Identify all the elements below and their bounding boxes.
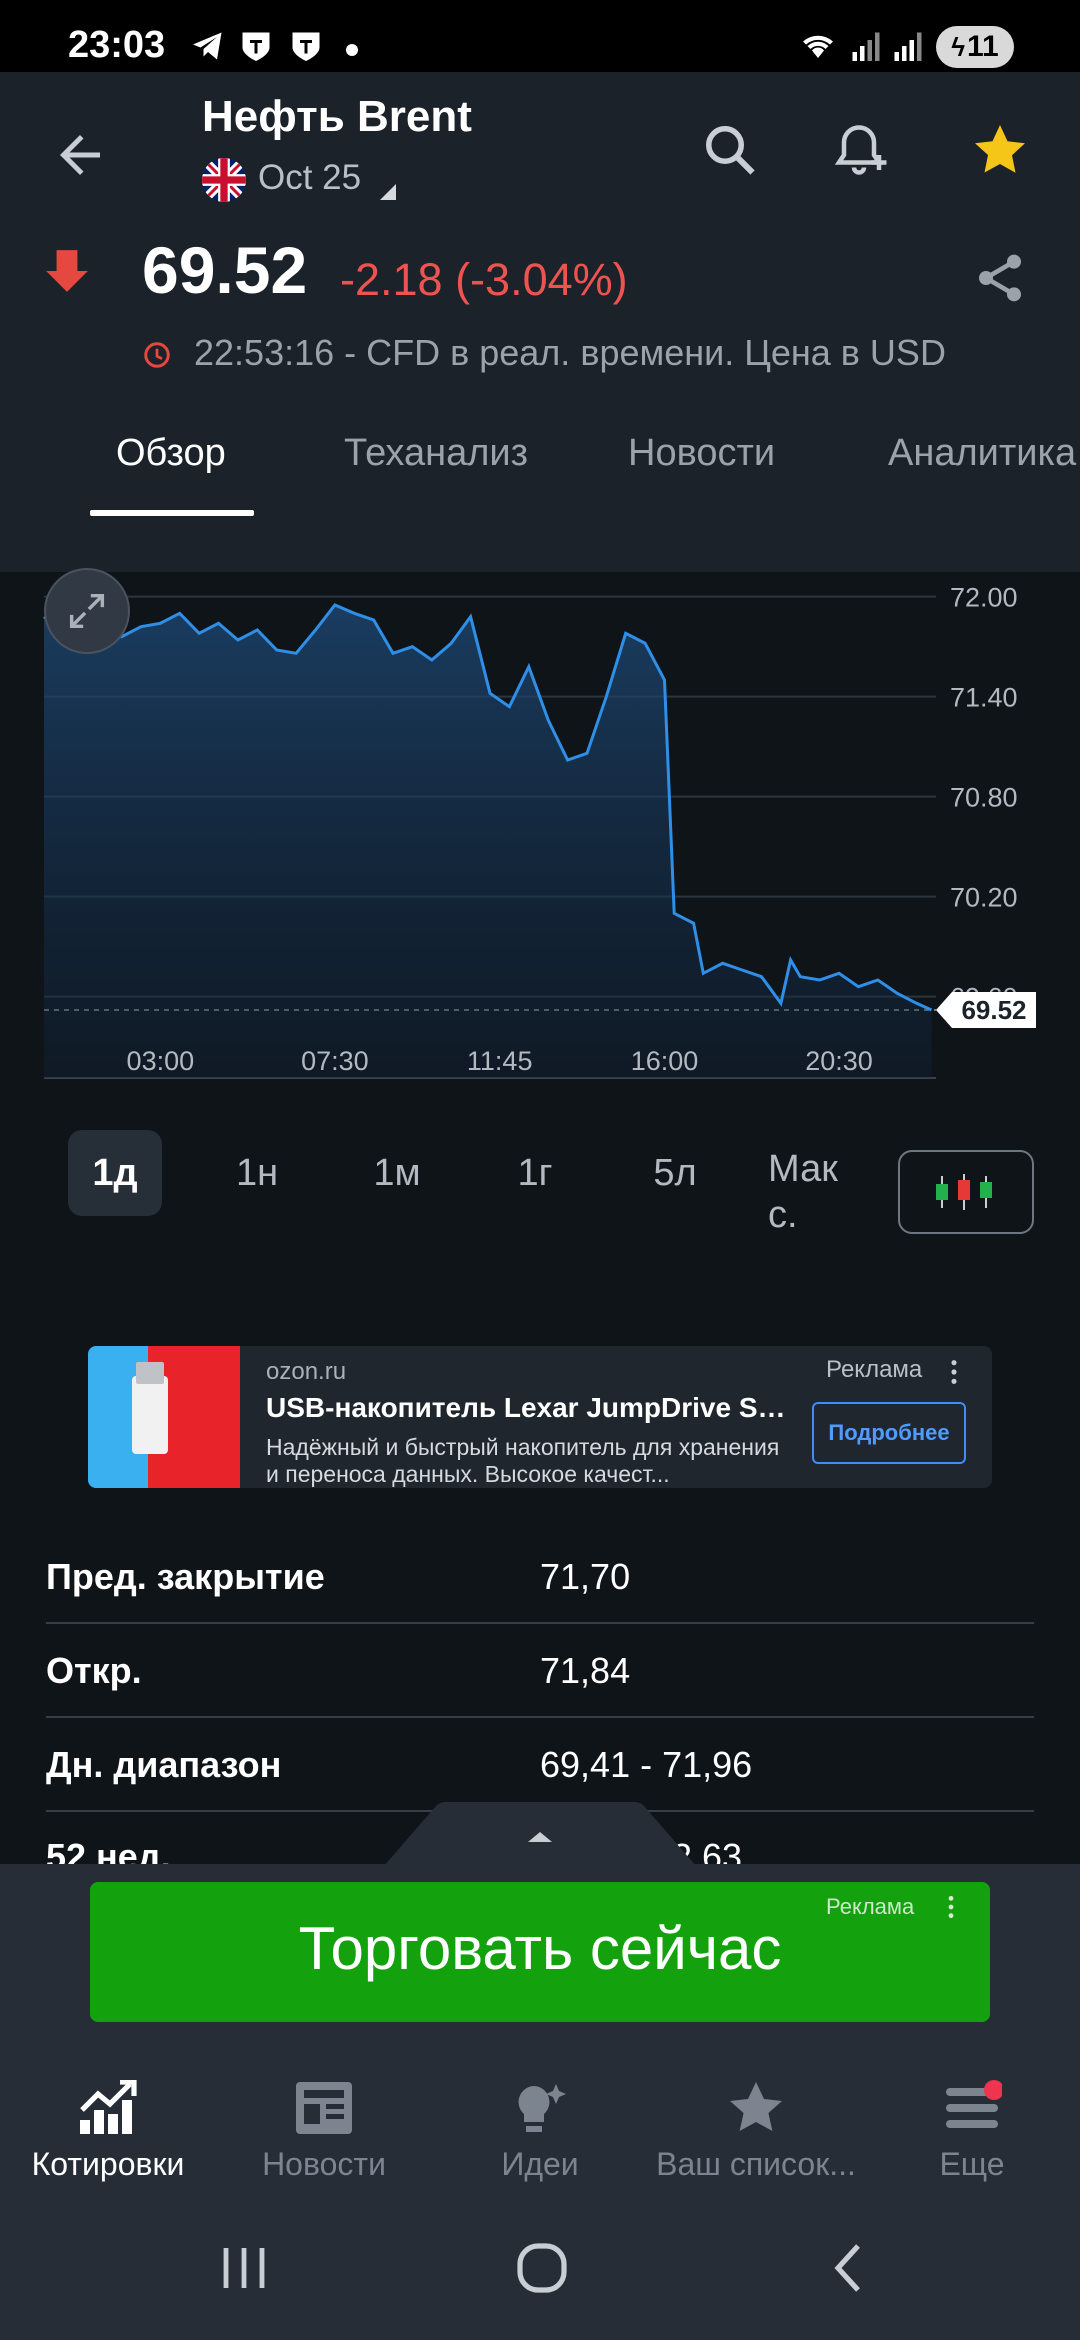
period-1w[interactable]: 1н xyxy=(212,1130,302,1216)
ad-domain: ozon.ru xyxy=(266,1358,347,1385)
battery-indicator: ϟ 11 xyxy=(936,26,1014,68)
dropdown-triangle-icon[interactable] xyxy=(380,184,396,200)
star-icon xyxy=(730,2082,782,2131)
tab-overview[interactable]: Обзор xyxy=(116,432,226,475)
nav-label: Идеи xyxy=(501,2146,579,2182)
chart-type-toggle[interactable] xyxy=(898,1150,1034,1234)
chart-x-tick-label: 03:00 xyxy=(127,1046,195,1076)
telegram-icon xyxy=(193,32,222,60)
nav-watchlist[interactable]: Ваш список... xyxy=(648,2080,864,2190)
back-arrow-icon[interactable] xyxy=(50,125,110,185)
lightbulb-icon xyxy=(518,2084,566,2132)
divider xyxy=(46,1622,1034,1624)
nav-news[interactable]: Новости xyxy=(216,2080,432,2190)
nav-more[interactable]: Еще xyxy=(864,2080,1080,2190)
search-icon[interactable] xyxy=(700,120,760,180)
period-1m[interactable]: 1м xyxy=(350,1130,444,1216)
shield-t-icon xyxy=(242,32,270,61)
recent-apps-icon[interactable] xyxy=(214,2240,274,2296)
newspaper-icon xyxy=(296,2082,352,2134)
ad-label: Реклама xyxy=(826,1894,915,1919)
signal-icon xyxy=(852,32,880,61)
ad-more-button[interactable]: Подробнее xyxy=(812,1402,966,1464)
divider xyxy=(46,1716,1034,1718)
nav-label: Еще xyxy=(939,2146,1005,2182)
period-1y[interactable]: 1г xyxy=(490,1130,580,1216)
nav-label: Ваш список... xyxy=(656,2146,856,2182)
stat-label: Откр. xyxy=(46,1650,142,1691)
menu-icon xyxy=(946,2080,1002,2128)
current-price-tag-label: 69.52 xyxy=(961,995,1026,1025)
notification-dot xyxy=(346,44,358,56)
chart-x-tick-label: 07:30 xyxy=(301,1046,369,1076)
contract-expiry[interactable]: Oct 25 xyxy=(258,158,361,198)
chart-trend-icon xyxy=(80,2080,137,2134)
period-max[interactable]: Мак с. xyxy=(768,1146,864,1238)
price-chart[interactable]: 72.0071.4070.8070.2069.6003:0007:3011:45… xyxy=(0,560,1080,1120)
expand-chart-button[interactable] xyxy=(44,568,130,654)
period-5y[interactable]: 5л xyxy=(630,1130,720,1216)
stat-value: 71,84 xyxy=(540,1650,631,1691)
expand-icon xyxy=(69,593,105,629)
instrument-header xyxy=(0,72,1080,572)
stat-value: 69,41 - 71,96 xyxy=(540,1744,753,1785)
price-timestamp: 22:53:16 - CFD в реал. времени. Цена в U… xyxy=(194,332,946,373)
trade-now-label[interactable]: Торговать сейчас xyxy=(90,1914,990,1983)
nav-quotes[interactable]: Котировки xyxy=(0,2080,216,2190)
current-price: 69.52 xyxy=(142,233,308,307)
chart-y-tick-label: 71.40 xyxy=(950,683,1018,713)
tab-technical[interactable]: Теханализ xyxy=(344,432,528,475)
candlestick-icon xyxy=(936,1174,992,1210)
add-alert-bell-icon[interactable] xyxy=(834,120,894,180)
battery-level: 11 xyxy=(967,30,999,63)
status-time: 23:03 xyxy=(68,24,166,66)
clock-icon xyxy=(144,342,170,368)
ad-title: USB-накопитель Lexar JumpDrive S60 ... xyxy=(266,1392,786,1423)
tab-analytics[interactable]: Аналитика xyxy=(888,432,1076,475)
page-title: Нефть Brent xyxy=(202,92,472,141)
home-icon[interactable] xyxy=(512,2240,572,2296)
ad-description: Надёжный и быстрый накопитель для хранен… xyxy=(266,1434,780,1487)
more-vert-icon[interactable] xyxy=(946,1894,956,1920)
stat-value: 71,70 xyxy=(540,1556,631,1597)
chart-x-tick-label: 20:30 xyxy=(805,1046,873,1076)
share-icon[interactable] xyxy=(972,248,1028,308)
nav-ideas[interactable]: Идеи xyxy=(432,2080,648,2190)
chart-y-tick-label: 70.80 xyxy=(950,783,1018,813)
chart-area-fill xyxy=(44,605,932,1078)
ad-banner-ozon[interactable]: ozon.ru USB-накопитель Lexar JumpDrive S… xyxy=(88,1346,992,1488)
chart-y-tick-label: 72.00 xyxy=(950,583,1018,613)
system-back-icon[interactable] xyxy=(820,2240,880,2296)
price-change: -2.18 (-3.04%) xyxy=(340,254,628,305)
chart-y-tick-label: 70.20 xyxy=(950,883,1018,913)
tab-news[interactable]: Новости xyxy=(628,432,775,475)
nav-label: Котировки xyxy=(31,2146,185,2182)
stat-label: Пред. закрытие xyxy=(46,1556,325,1597)
more-vert-icon[interactable] xyxy=(948,1358,960,1386)
price-down-arrow-icon xyxy=(46,250,88,292)
ad-label: Реклама xyxy=(826,1356,923,1383)
shield-t-icon xyxy=(292,32,320,61)
active-tab-indicator xyxy=(90,510,254,516)
sheet-handle[interactable] xyxy=(384,1802,696,1866)
nav-label: Новости xyxy=(262,2146,386,2182)
wifi-icon xyxy=(803,35,833,58)
signal-icon xyxy=(894,32,922,61)
period-1d[interactable]: 1д xyxy=(68,1130,162,1216)
star-icon[interactable] xyxy=(970,120,1030,180)
uk-flag-icon xyxy=(202,158,246,202)
stat-label: Дн. диапазон xyxy=(46,1744,282,1785)
charging-icon: ϟ xyxy=(951,31,966,62)
chart-x-tick-label: 16:00 xyxy=(631,1046,699,1076)
chart-x-tick-label: 11:45 xyxy=(467,1046,533,1076)
ad-product-image xyxy=(88,1346,240,1488)
